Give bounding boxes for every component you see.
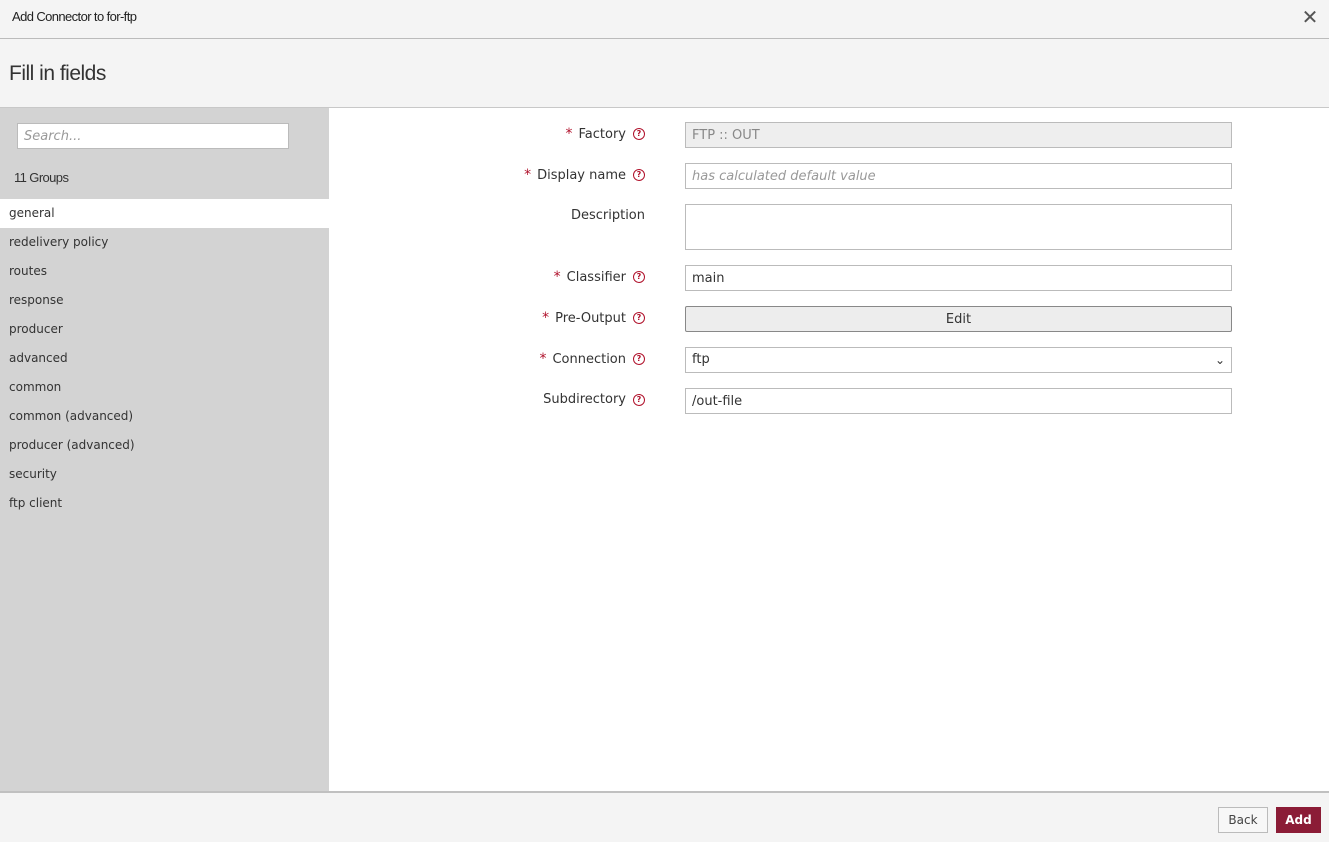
display-name-label-text: Display name — [537, 167, 626, 183]
classifier-field[interactable] — [685, 265, 1232, 291]
sidebar-item-producer-advanced[interactable]: producer (advanced) — [0, 431, 329, 460]
required-mark: * — [539, 351, 547, 367]
help-icon[interactable]: ? — [633, 312, 645, 324]
connection-label: * Connection ? — [539, 351, 645, 367]
sidebar-item-ftp-client[interactable]: ftp client — [0, 489, 329, 518]
help-icon[interactable]: ? — [633, 128, 645, 140]
sidebar-item-routes[interactable]: routes — [0, 257, 329, 286]
required-mark: * — [524, 167, 532, 183]
close-icon[interactable]: ✕ — [1301, 7, 1319, 27]
back-button[interactable]: Back — [1218, 807, 1268, 833]
sidebar-item-security[interactable]: security — [0, 460, 329, 489]
groups-count: 11 Groups — [14, 170, 69, 185]
sidebar-item-advanced[interactable]: advanced — [0, 344, 329, 373]
sidebar-item-redelivery-policy[interactable]: redelivery policy — [0, 228, 329, 257]
help-icon[interactable]: ? — [633, 169, 645, 181]
chevron-down-icon: ⌄ — [1214, 353, 1225, 367]
required-mark: * — [565, 126, 573, 142]
factory-label-text: Factory — [578, 126, 627, 142]
connection-label-text: Connection — [552, 351, 626, 367]
sidebar-item-response[interactable]: response — [0, 286, 329, 315]
factory-field — [685, 122, 1232, 148]
subdirectory-field[interactable] — [685, 388, 1232, 414]
classifier-label: * Classifier ? — [554, 269, 645, 285]
classifier-label-text: Classifier — [566, 269, 626, 285]
pre-output-label-text: Pre-Output — [555, 310, 626, 326]
add-button[interactable]: Add — [1276, 807, 1321, 833]
sidebar-item-producer[interactable]: producer — [0, 315, 329, 344]
help-icon[interactable]: ? — [633, 271, 645, 283]
display-name-field[interactable] — [685, 163, 1232, 189]
pre-output-edit-button[interactable]: Edit — [685, 306, 1232, 332]
description-label-text: Description — [570, 208, 645, 223]
page-title: Fill in fields — [9, 62, 106, 85]
group-search-input[interactable] — [17, 123, 289, 149]
dialog-title: Add Connector to for-ftp — [12, 9, 137, 24]
page-heading-bar: Fill in fields — [0, 39, 1329, 108]
sidebar-item-general[interactable]: general — [0, 199, 329, 228]
description-field[interactable] — [685, 204, 1232, 250]
help-icon[interactable]: ? — [633, 393, 645, 406]
dialog-footer: Back Add — [0, 791, 1329, 842]
connection-selected-value: ftp — [692, 352, 710, 367]
sidebar-item-common[interactable]: common — [0, 373, 329, 402]
description-label: Description — [571, 208, 645, 223]
display-name-label: * Display name ? — [524, 167, 645, 183]
required-mark: * — [542, 310, 550, 326]
subdirectory-label-text: Subdirectory — [543, 392, 626, 407]
form-panel: * Factory ? * Display name ? Description… — [329, 108, 1329, 791]
dialog-titlebar: Add Connector to for-ftp ✕ — [0, 0, 1329, 39]
help-icon[interactable]: ? — [633, 353, 645, 365]
sidebar-item-common-advanced[interactable]: common (advanced) — [0, 402, 329, 431]
connection-select[interactable]: ftp ⌄ — [685, 347, 1232, 373]
pre-output-label: * Pre-Output ? — [542, 310, 645, 326]
groups-sidebar: 11 Groups general redelivery policy rout… — [0, 108, 329, 791]
group-list: general redelivery policy routes respons… — [0, 199, 329, 518]
subdirectory-label: Subdirectory ? — [543, 392, 645, 407]
factory-label: * Factory ? — [565, 126, 645, 142]
required-mark: * — [553, 269, 561, 285]
